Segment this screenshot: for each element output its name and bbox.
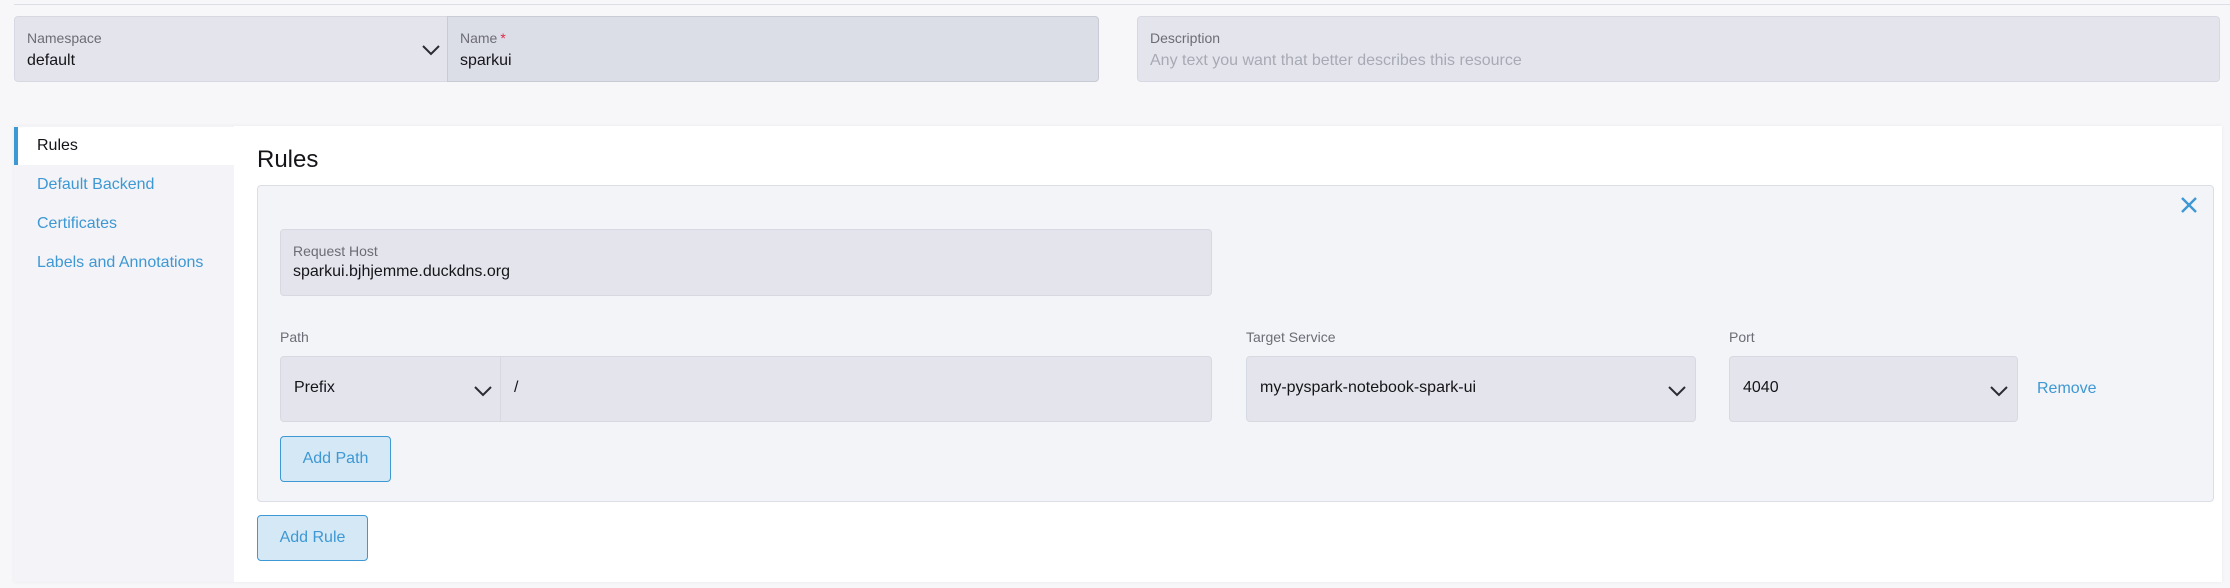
chevron-down-icon[interactable] xyxy=(1667,385,1687,397)
target-service-label: Target Service xyxy=(1246,329,1336,345)
path-type-value: Prefix xyxy=(294,379,335,396)
name-input[interactable]: sparkui xyxy=(460,52,512,70)
chevron-down-icon[interactable] xyxy=(1989,385,2009,397)
rule-card: Request Host sparkui.bjhjemme.duckdns.or… xyxy=(257,185,2214,502)
rules-content: Rules Request Host sparkui.bjhjemme.duck… xyxy=(257,126,2217,582)
top-divider xyxy=(14,4,2230,5)
name-field[interactable]: Name * sparkui xyxy=(447,16,1099,82)
rules-title: Rules xyxy=(257,146,319,173)
add-rule-button[interactable]: Add Rule xyxy=(257,515,368,561)
namespace-value: default xyxy=(27,52,76,69)
request-host-field[interactable]: Request Host sparkui.bjhjemme.duckdns.or… xyxy=(280,229,1212,296)
close-icon[interactable] xyxy=(2178,194,2200,216)
path-label: Path xyxy=(280,329,309,345)
target-service-value: my-pyspark-notebook-spark-ui xyxy=(1260,379,1477,396)
tab-default-backend[interactable]: Default Backend xyxy=(14,166,234,204)
tab-rules[interactable]: Rules xyxy=(14,127,235,165)
namespace-select[interactable]: Namespace default xyxy=(14,16,448,82)
request-host-input[interactable]: sparkui.bjhjemme.duckdns.org xyxy=(293,263,510,281)
add-path-button[interactable]: Add Path xyxy=(280,436,391,482)
port-value: 4040 xyxy=(1743,379,1779,396)
tabbed-panel: Rules Default Backend Certificates Label… xyxy=(14,126,2222,582)
side-tabs: Rules Default Backend Certificates Label… xyxy=(14,126,235,582)
path-value[interactable]: / xyxy=(514,379,518,397)
required-mark: * xyxy=(500,30,506,46)
path-type-select[interactable]: Prefix xyxy=(280,356,501,422)
tab-labels-and-annotations[interactable]: Labels and Annotations xyxy=(14,244,234,282)
target-service-select[interactable]: my-pyspark-notebook-spark-ui xyxy=(1246,356,1696,422)
name-label: Name * xyxy=(460,30,506,46)
port-select[interactable]: 4040 xyxy=(1729,356,2018,422)
description-label: Description xyxy=(1150,30,1221,46)
request-host-label: Request Host xyxy=(293,243,378,259)
description-field[interactable]: Description Any text you want that bette… xyxy=(1137,16,2220,82)
namespace-label: Namespace xyxy=(27,30,102,46)
path-input[interactable]: / xyxy=(500,356,1212,422)
chevron-down-icon[interactable] xyxy=(473,385,493,397)
description-input[interactable]: Any text you want that better describes … xyxy=(1150,52,1522,70)
port-label: Port xyxy=(1729,329,1755,345)
tab-certificates[interactable]: Certificates xyxy=(14,205,234,243)
chevron-down-icon[interactable] xyxy=(421,44,441,56)
remove-path-link[interactable]: Remove xyxy=(2037,380,2097,398)
